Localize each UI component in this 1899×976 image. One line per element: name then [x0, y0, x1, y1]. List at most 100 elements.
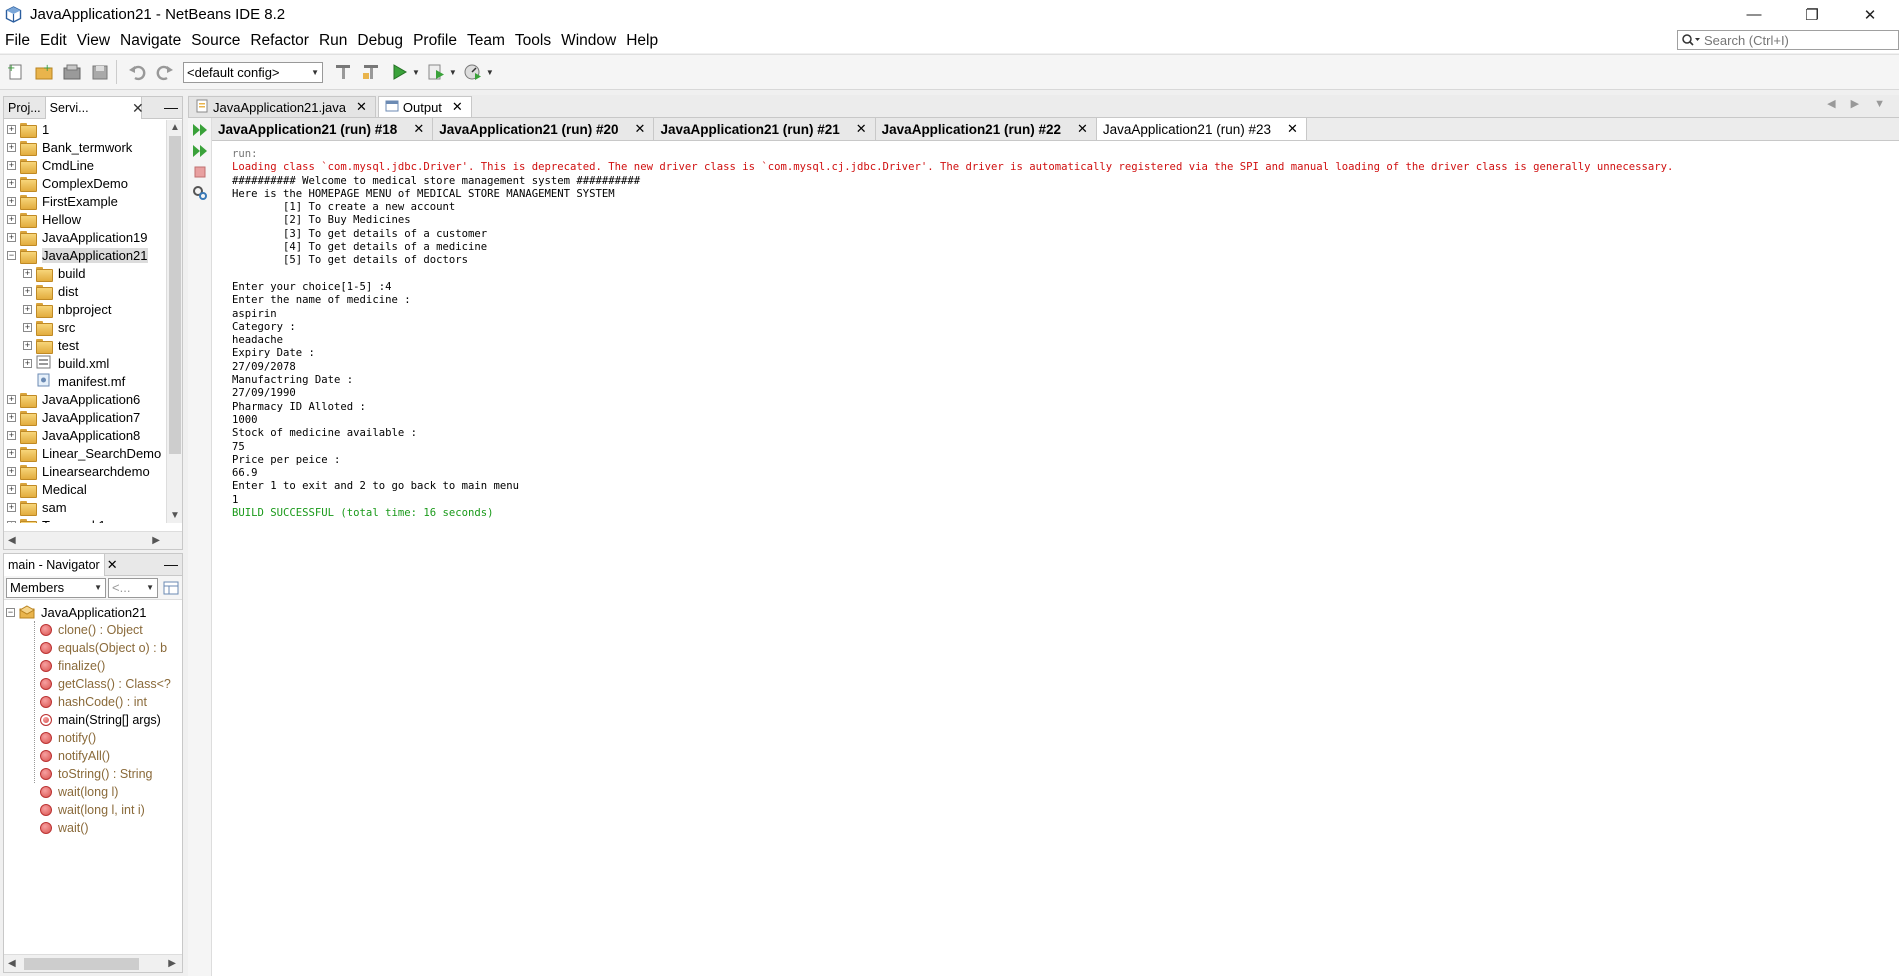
expand-toggle[interactable]: +: [7, 502, 16, 512]
rerun-with-params-icon[interactable]: [191, 142, 209, 160]
close-tab-icon[interactable]: ✕: [356, 99, 367, 115]
tree-item[interactable]: + test: [4, 336, 182, 354]
close-icon[interactable]: ✕: [132, 97, 144, 119]
member-item[interactable]: finalize(): [4, 657, 182, 675]
tree-item[interactable]: + dist: [4, 282, 182, 300]
filters-icon[interactable]: [161, 576, 181, 600]
expand-toggle[interactable]: +: [23, 358, 32, 368]
scroll-right-icon[interactable]: ▶: [152, 535, 160, 546]
menu-navigate[interactable]: Navigate: [115, 29, 186, 53]
menu-file[interactable]: File: [0, 29, 35, 53]
debug-dropdown-icon[interactable]: ▼: [449, 68, 457, 77]
settings-icon[interactable]: [191, 184, 209, 202]
expand-toggle[interactable]: +: [7, 178, 16, 188]
tab-navigation-arrows[interactable]: ◀ ▶ ▼: [1827, 97, 1891, 110]
expand-toggle[interactable]: +: [7, 430, 16, 440]
stop-icon[interactable]: [191, 163, 209, 181]
expand-toggle[interactable]: −: [6, 607, 15, 617]
expand-toggle[interactable]: +: [7, 412, 16, 422]
tree-item[interactable]: + CmdLine: [4, 156, 182, 174]
output-tab[interactable]: JavaApplication21 (run) #22 ✕: [875, 118, 1097, 140]
save-all-icon[interactable]: [88, 60, 112, 84]
expand-toggle[interactable]: +: [7, 232, 16, 242]
menu-help[interactable]: Help: [621, 29, 663, 53]
member-item[interactable]: toString() : String: [4, 765, 182, 783]
member-item[interactable]: notify(): [4, 729, 182, 747]
run-dropdown-icon[interactable]: ▼: [412, 68, 420, 77]
close-tab-icon[interactable]: ✕: [856, 121, 867, 137]
search-icon[interactable]: [1678, 31, 1704, 49]
scroll-right-icon[interactable]: ▶: [168, 958, 176, 969]
new-project-icon[interactable]: +: [32, 60, 56, 84]
expand-toggle[interactable]: +: [7, 142, 16, 152]
expand-toggle[interactable]: +: [23, 286, 32, 296]
menu-source[interactable]: Source: [186, 29, 245, 53]
tree-item[interactable]: − JavaApplication21: [4, 246, 182, 264]
close-tab-icon[interactable]: ✕: [413, 121, 424, 137]
menu-view[interactable]: View: [72, 29, 115, 53]
tree-item[interactable]: + build.xml: [4, 354, 182, 372]
member-item[interactable]: wait(long l): [4, 783, 182, 801]
navigator-root[interactable]: JavaApplication21: [41, 605, 147, 620]
expand-toggle[interactable]: +: [7, 466, 16, 476]
tab-projects[interactable]: Proj...: [4, 96, 46, 119]
member-item[interactable]: hashCode() : int: [4, 693, 182, 711]
expand-toggle[interactable]: +: [7, 160, 16, 170]
menu-team[interactable]: Team: [462, 29, 510, 53]
expand-toggle[interactable]: +: [7, 394, 16, 404]
member-item[interactable]: wait(): [4, 819, 182, 837]
close-tab-icon[interactable]: ✕: [635, 121, 646, 137]
menu-refactor[interactable]: Refactor: [245, 29, 314, 53]
member-item[interactable]: equals(Object o) : b: [4, 639, 182, 657]
output-tab[interactable]: JavaApplication21 (run) #18 ✕: [212, 118, 434, 140]
output-tab[interactable]: JavaApplication21 (run) #23 ✕: [1096, 118, 1307, 140]
close-tab-icon[interactable]: ✕: [452, 99, 463, 115]
member-item[interactable]: main(String[] args): [4, 711, 182, 729]
expand-toggle[interactable]: +: [7, 196, 16, 206]
run-project-icon[interactable]: [387, 60, 411, 84]
scroll-up-icon[interactable]: ▲: [170, 122, 180, 133]
tree-item[interactable]: + JavaApplication6: [4, 390, 182, 408]
tree-item[interactable]: + JavaApplication19: [4, 228, 182, 246]
close-tab-icon[interactable]: ✕: [1287, 121, 1298, 137]
horizontal-scrollbar[interactable]: ◀ ▶: [4, 531, 182, 549]
menu-tools[interactable]: Tools: [510, 29, 556, 53]
member-item[interactable]: clone() : Object: [4, 621, 182, 639]
sort-dropdown[interactable]: <... ▼: [108, 577, 158, 598]
menu-edit[interactable]: Edit: [35, 29, 72, 53]
member-item[interactable]: notifyAll(): [4, 747, 182, 765]
debug-project-icon[interactable]: [424, 60, 448, 84]
menu-window[interactable]: Window: [556, 29, 621, 53]
expand-toggle[interactable]: +: [23, 268, 32, 278]
scrollbar-thumb[interactable]: [24, 958, 139, 970]
tree-item[interactable]: + Termwork1: [4, 516, 182, 523]
editor-tab-output[interactable]: Output ✕: [377, 96, 472, 117]
clean-build-icon[interactable]: [359, 60, 383, 84]
minimize-navigator-icon[interactable]: —: [164, 554, 178, 574]
rerun-icon[interactable]: [191, 121, 209, 139]
members-filter-dropdown[interactable]: Members ▼: [6, 577, 106, 598]
editor-tab-java-file[interactable]: JavaApplication21.java ✕: [188, 96, 376, 117]
expand-toggle[interactable]: +: [23, 304, 32, 314]
tree-item[interactable]: + ComplexDemo: [4, 174, 182, 192]
tree-item[interactable]: + Linearsearchdemo: [4, 462, 182, 480]
tree-item[interactable]: + JavaApplication8: [4, 426, 182, 444]
redo-icon[interactable]: [153, 60, 177, 84]
menu-run[interactable]: Run: [314, 29, 352, 53]
scroll-left-icon[interactable]: ◀: [8, 958, 16, 969]
tree-item[interactable]: + nbproject: [4, 300, 182, 318]
expand-toggle[interactable]: +: [7, 484, 16, 494]
menu-profile[interactable]: Profile: [408, 29, 462, 53]
profile-dropdown-icon[interactable]: ▼: [486, 68, 494, 77]
menu-debug[interactable]: Debug: [352, 29, 408, 53]
close-navigator-icon[interactable]: ✕: [107, 557, 118, 573]
expand-toggle[interactable]: +: [7, 520, 16, 523]
vertical-scrollbar[interactable]: ▲ ▼: [166, 120, 182, 523]
search-box[interactable]: [1677, 30, 1899, 50]
tree-item[interactable]: + build: [4, 264, 182, 282]
tree-item[interactable]: + Linear_SearchDemo: [4, 444, 182, 462]
minimize-button[interactable]: —: [1725, 0, 1783, 29]
tree-item[interactable]: + sam: [4, 498, 182, 516]
expand-toggle[interactable]: −: [7, 250, 16, 260]
member-item[interactable]: wait(long l, int i): [4, 801, 182, 819]
